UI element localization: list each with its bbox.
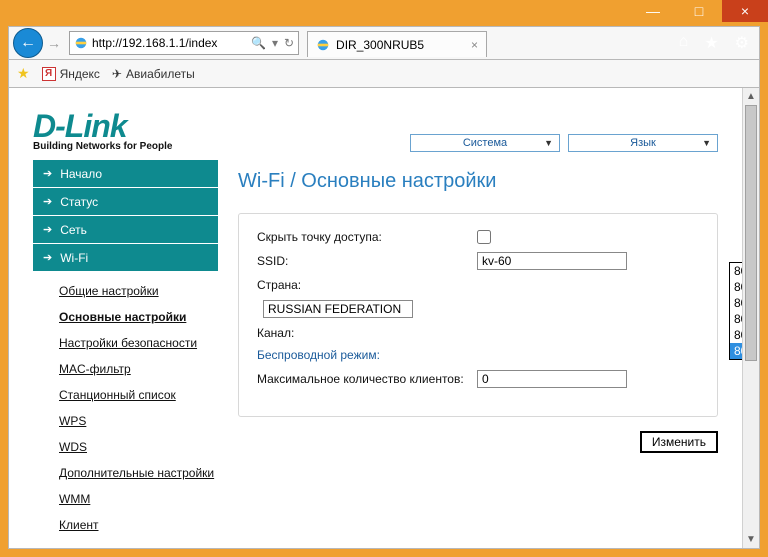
window-titlebar: — □ × bbox=[0, 0, 768, 22]
vertical-scrollbar[interactable]: ▲ ▼ bbox=[742, 88, 759, 548]
hide-ap-checkbox[interactable] bbox=[477, 230, 491, 244]
sidebar-item-network[interactable]: ➔ Сеть bbox=[33, 216, 218, 244]
sidebar-item-home[interactable]: ➔ Начало bbox=[33, 160, 218, 188]
mode-option-selected[interactable]: 802.11 B/G/N mixed bbox=[730, 343, 742, 359]
dropdown-icon[interactable]: ▾ bbox=[272, 36, 278, 50]
dropdown-label: Язык bbox=[630, 137, 656, 149]
mode-option[interactable]: 802.11 B/G mixed bbox=[730, 263, 742, 279]
fav-link-yandex[interactable]: Я Яндекс bbox=[42, 67, 100, 81]
yandex-icon: Я bbox=[42, 67, 56, 81]
address-bar[interactable]: 🔍 ▾ ↻ bbox=[69, 31, 299, 55]
home-icon[interactable]: ⌂ bbox=[679, 33, 689, 53]
label-hide-ap: Скрыть точку доступа: bbox=[257, 230, 477, 244]
submit-button[interactable]: Изменить bbox=[640, 431, 718, 453]
arrow-left-icon: ← bbox=[20, 34, 36, 52]
subnav-stationlist[interactable]: Станционный список bbox=[59, 382, 218, 408]
wireless-mode-dropdown[interactable]: 802.11 B/G mixed 802.11 B only 802.11 G … bbox=[729, 262, 742, 360]
settings-panel: Скрыть точку доступа: SSID: Страна: bbox=[238, 213, 718, 417]
mode-option[interactable]: 802.11 B only bbox=[730, 279, 742, 295]
ssid-input[interactable] bbox=[477, 252, 627, 270]
dlink-logo: D-Link Building Networks for People bbox=[33, 108, 172, 152]
mode-option[interactable]: 802.11 N only bbox=[730, 311, 742, 327]
subnav-client[interactable]: Клиент bbox=[59, 512, 218, 538]
language-dropdown[interactable]: Язык ▼ bbox=[568, 134, 718, 152]
main-content: Wi-Fi / Основные настройки Скрыть точку … bbox=[238, 160, 718, 544]
arrow-right-icon: → bbox=[47, 35, 61, 51]
label-channel: Канал: bbox=[257, 326, 477, 340]
sidebar-item-label: Статус bbox=[60, 195, 98, 209]
sidebar-item-label: Сеть bbox=[60, 223, 87, 237]
window-maximize-button[interactable]: □ bbox=[676, 0, 722, 22]
favorites-bar: ★ Я Яндекс ✈ Авиабилеты bbox=[8, 60, 760, 88]
label-wireless-mode: Беспроводной режим: bbox=[257, 348, 477, 362]
sidebar-item-wifi[interactable]: ➔ Wi-Fi bbox=[33, 244, 218, 272]
mode-option[interactable]: 802.11 G only bbox=[730, 295, 742, 311]
subnav-wps[interactable]: WPS bbox=[59, 408, 218, 434]
nav-back-button[interactable]: ← bbox=[13, 28, 43, 58]
scroll-down-icon[interactable]: ▼ bbox=[743, 531, 759, 548]
scroll-track[interactable] bbox=[743, 105, 759, 531]
browser-toolbar: ← → 🔍 ▾ ↻ DIR_300NRUB5 × ⌂ ★ ⚙ bbox=[8, 26, 760, 60]
system-dropdown[interactable]: Система ▼ bbox=[410, 134, 560, 152]
tab-title: DIR_300NRUB5 bbox=[336, 38, 424, 52]
scroll-thumb[interactable] bbox=[745, 105, 757, 361]
label-max-clients: Максимальное количество клиентов: bbox=[257, 372, 477, 386]
subnav-basic[interactable]: Основные настройки bbox=[59, 304, 218, 330]
subnav-security[interactable]: Настройки безопасности bbox=[59, 330, 218, 356]
url-input[interactable] bbox=[92, 36, 247, 50]
plane-icon: ✈ bbox=[112, 67, 122, 81]
fav-label: Авиабилеты bbox=[126, 67, 195, 81]
favorites-icon[interactable]: ★ bbox=[704, 33, 718, 53]
subnav-wmm[interactable]: WMM bbox=[59, 486, 218, 512]
subnav-wds[interactable]: WDS bbox=[59, 434, 218, 460]
tools-icon[interactable]: ⚙ bbox=[735, 33, 749, 53]
search-icon[interactable]: 🔍 bbox=[251, 36, 266, 50]
caret-down-icon: ▼ bbox=[702, 138, 711, 148]
sidebar-item-label: Wi-Fi bbox=[60, 251, 88, 265]
logo-tagline: Building Networks for People bbox=[33, 141, 172, 152]
wifi-subnav: Общие настройки Основные настройки Настр… bbox=[33, 272, 218, 544]
window-close-button[interactable]: × bbox=[722, 0, 768, 22]
caret-down-icon: ▼ bbox=[544, 138, 553, 148]
sidebar: ➔ Начало ➔ Статус ➔ Сеть ➔ Wi-Fi Общие настр… bbox=[33, 160, 218, 544]
nav-forward-button[interactable]: → bbox=[43, 32, 65, 54]
ie-icon bbox=[316, 38, 330, 52]
logo-text: D-Link bbox=[33, 108, 172, 145]
fav-label: Яндекс bbox=[60, 67, 100, 81]
subnav-general[interactable]: Общие настройки bbox=[59, 278, 218, 304]
scroll-up-icon[interactable]: ▲ bbox=[743, 88, 759, 105]
page-content: D-Link Building Networks for People Сист… bbox=[9, 88, 742, 548]
dropdown-label: Система bbox=[463, 137, 507, 149]
ie-icon bbox=[74, 36, 88, 50]
sidebar-item-label: Начало bbox=[60, 167, 102, 181]
browser-tab[interactable]: DIR_300NRUB5 × bbox=[307, 31, 487, 57]
add-favorite-icon[interactable]: ★ bbox=[17, 65, 30, 82]
arrow-right-icon: ➔ bbox=[43, 223, 52, 236]
tab-close-icon[interactable]: × bbox=[471, 38, 478, 52]
label-country: Страна: bbox=[257, 278, 477, 292]
fav-link-aviabilety[interactable]: ✈ Авиабилеты bbox=[112, 67, 195, 81]
subnav-advanced[interactable]: Дополнительные настройки bbox=[59, 460, 218, 486]
subnav-macfilter[interactable]: MAC-фильтр bbox=[59, 356, 218, 382]
arrow-right-icon: ➔ bbox=[43, 167, 52, 180]
arrow-right-icon: ➔ bbox=[43, 251, 52, 264]
label-ssid: SSID: bbox=[257, 254, 477, 268]
arrow-right-icon: ➔ bbox=[43, 195, 52, 208]
refresh-icon[interactable]: ↻ bbox=[284, 36, 294, 50]
max-clients-input[interactable] bbox=[477, 370, 627, 388]
sidebar-item-status[interactable]: ➔ Статус bbox=[33, 188, 218, 216]
country-input[interactable] bbox=[263, 300, 413, 318]
page-title: Wi-Fi / Основные настройки bbox=[238, 170, 718, 193]
mode-option[interactable]: 802.11 G/N mixed bbox=[730, 327, 742, 343]
window-minimize-button[interactable]: — bbox=[630, 0, 676, 22]
